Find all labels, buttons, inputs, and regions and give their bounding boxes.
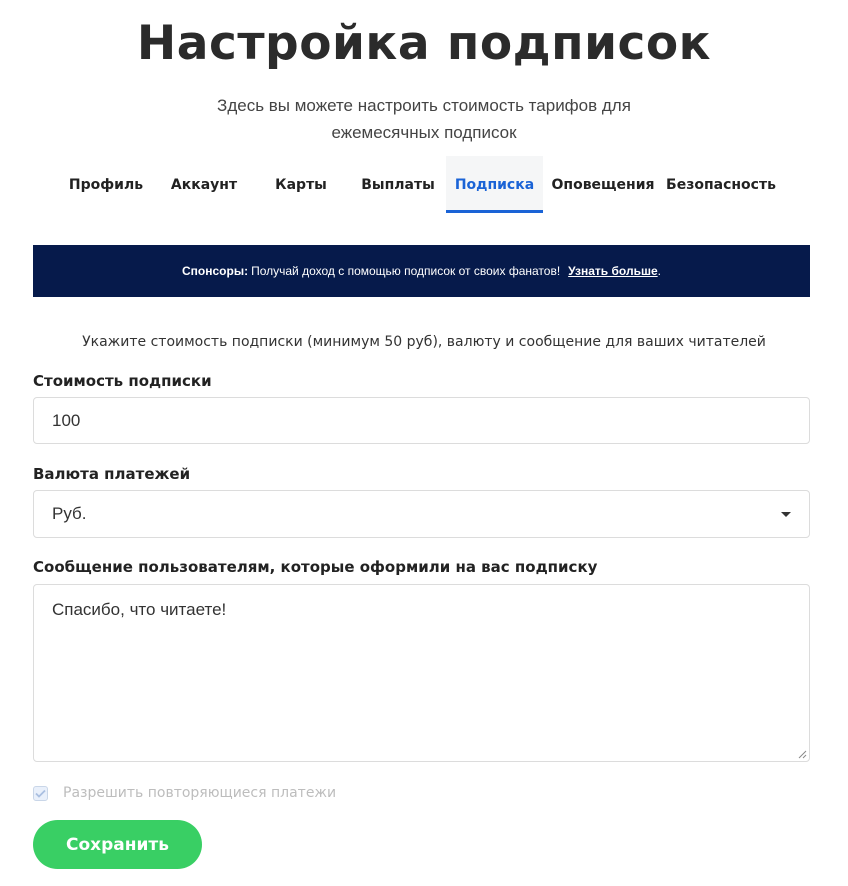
price-label: Стоимость подписки: [33, 372, 212, 390]
tab-notifications[interactable]: Оповещения: [543, 156, 663, 213]
settings-tabs: Профиль Аккаунт Карты Выплаты Подписка О…: [56, 156, 779, 213]
save-button[interactable]: Сохранить: [33, 820, 202, 869]
caret-down-icon: [781, 512, 791, 517]
check-icon: [35, 789, 46, 798]
tab-subscription[interactable]: Подписка: [446, 156, 543, 213]
currency-selected-value: Руб.: [52, 504, 87, 523]
message-textarea[interactable]: Спасибо, что читаете!: [33, 584, 810, 762]
tab-payouts[interactable]: Выплаты: [350, 156, 446, 213]
resize-grip-icon[interactable]: [798, 750, 807, 759]
banner-suffix: .: [657, 264, 661, 278]
page-subtitle: Здесь вы можете настроить стоимость тари…: [217, 96, 631, 142]
message-label: Сообщение пользователям, которые оформил…: [33, 558, 598, 576]
tab-account[interactable]: Аккаунт: [156, 156, 252, 213]
page-title: Настройка подписок: [136, 16, 712, 71]
tab-profile[interactable]: Профиль: [56, 156, 156, 213]
currency-label: Валюта платежей: [33, 465, 191, 483]
recurring-payments-checkbox[interactable]: [33, 785, 48, 801]
tab-cards[interactable]: Карты: [252, 156, 350, 213]
banner-text: Получай доход с помощью подписок от свои…: [251, 264, 561, 278]
currency-select[interactable]: Руб.: [33, 490, 810, 538]
form-hint: Укажите стоимость подписки (минимум 50 р…: [82, 334, 766, 350]
price-input[interactable]: [33, 397, 810, 444]
banner-prefix: Спонсоры:: [182, 264, 249, 278]
sponsors-banner: Спонсоры: Получай доход с помощью подпис…: [33, 245, 810, 297]
recurring-payments-row: Разрешить повторяющиеся платежи: [33, 783, 336, 803]
recurring-payments-label: Разрешить повторяющиеся платежи: [63, 785, 337, 801]
tab-security[interactable]: Безопасность: [663, 156, 779, 213]
learn-more-link[interactable]: Узнать больше: [568, 264, 657, 278]
